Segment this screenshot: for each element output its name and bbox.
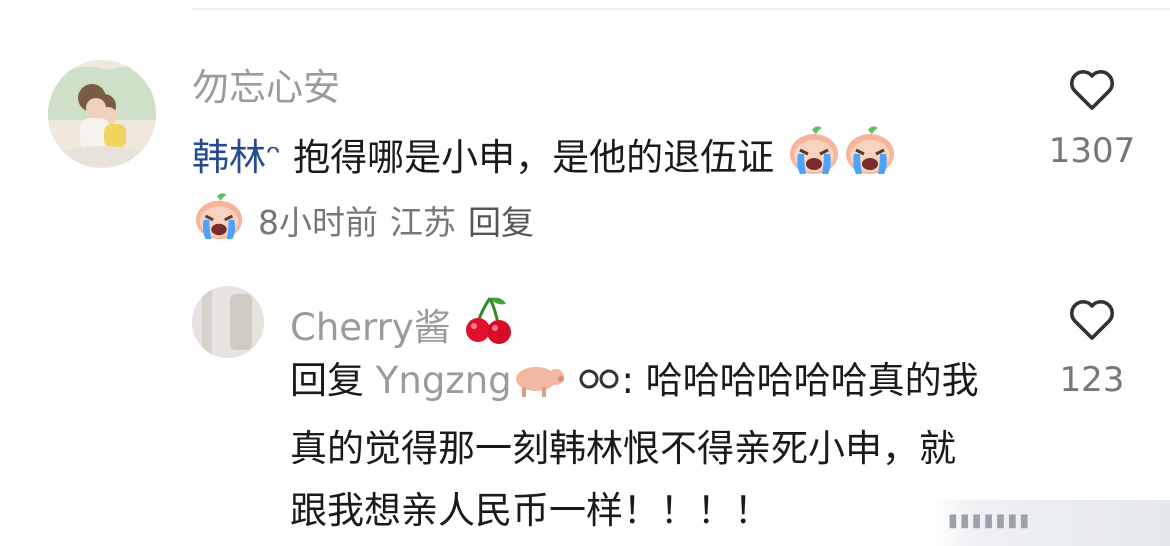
heart-icon[interactable] [1065, 62, 1119, 116]
pig-emoji [512, 355, 566, 418]
eyes-emoji [577, 356, 621, 418]
username[interactable]: Cherry酱 [290, 294, 516, 356]
user-mention[interactable]: 韩林ᵔ [192, 136, 281, 179]
reply-label: 回复 [290, 359, 364, 402]
comment-body: 抱得哪是小申，是他的退伍证 [281, 136, 775, 179]
comment-text: 回复 Yngzng : 哈哈哈哈哈哈真的我真的觉得那一刻韩林恨不得亲死小申，就跟… [290, 350, 980, 542]
timestamp: 8小时前 [258, 203, 378, 242]
divider [192, 8, 1170, 10]
cherry-emoji [462, 294, 516, 356]
watermark: ▮▮▮▮▮▮▮ [930, 500, 1170, 546]
colon: : [621, 359, 634, 402]
reply-target[interactable]: Yngzng [376, 359, 512, 402]
like-count: 1307 [1048, 131, 1136, 171]
like-count: 123 [1059, 360, 1125, 400]
username-text: Cherry酱 [290, 306, 451, 349]
location: 江苏 [390, 203, 456, 242]
avatar[interactable] [48, 60, 156, 168]
avatar[interactable] [192, 286, 264, 358]
crying-peach-emoji [842, 124, 898, 195]
username[interactable]: 勿忘心安 [192, 66, 340, 110]
crying-peach-emoji [786, 124, 842, 195]
reply-button[interactable]: 回复 [468, 196, 534, 244]
crying-peach-emoji [192, 191, 246, 249]
comment-meta: 8小时前 江苏 回复 [192, 193, 534, 244]
watermark-icon: ▮▮▮▮▮▮▮ [948, 510, 1032, 531]
heart-icon[interactable] [1065, 292, 1119, 346]
comment-text: 韩林ᵔ 抱得哪是小申，是他的退伍证 [192, 124, 898, 195]
